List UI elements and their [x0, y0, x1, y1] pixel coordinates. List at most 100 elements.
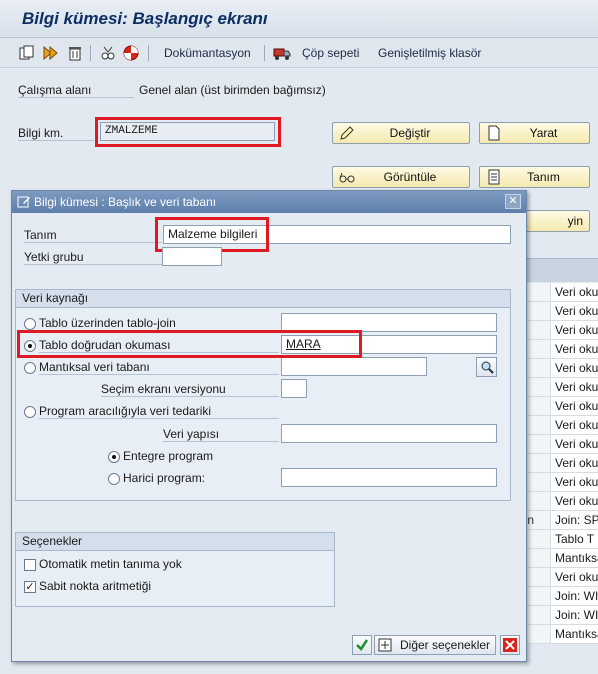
direct-table-input[interactable]: MARA: [281, 335, 497, 354]
checkbox-no-auto-text[interactable]: [24, 559, 36, 571]
definition-input[interactable]: Malzeme bilgileri: [163, 225, 511, 244]
table-cell-type: Veri oku: [555, 361, 598, 375]
table-cell-type: Veri oku: [555, 304, 598, 318]
application-toolbar: Dokümantasyon Çöp sepeti Genişletilmiş k…: [0, 38, 598, 68]
table-row[interactable]: siVeri oku: [516, 378, 598, 397]
table-row[interactable]: Veri oku: [516, 302, 598, 321]
cancel-button[interactable]: [500, 635, 520, 655]
table-row[interactable]: Veri oku: [516, 435, 598, 454]
table-row[interactable]: Veri oku: [516, 473, 598, 492]
table-row[interactable]: Veri oku: [516, 397, 598, 416]
toolbar-separator: [148, 45, 149, 61]
table-row[interactable]: siVeri oku: [516, 492, 598, 511]
table-row[interactable]: Mantıksa: [516, 625, 598, 644]
external-program-input[interactable]: [281, 468, 497, 487]
datasource-group: Veri kaynağı Tablo üzerinden tablo-join …: [15, 289, 511, 501]
selection-version-input[interactable]: [281, 379, 307, 398]
table-row[interactable]: siVeri oku: [516, 416, 598, 435]
definition-button-label: Tanım: [527, 170, 560, 184]
table-cell-type: Veri oku: [555, 285, 598, 299]
more-options-button[interactable]: Diğer seçenekler: [374, 635, 496, 655]
change-button-label: Değiştir: [389, 126, 431, 140]
table-cell-type: Veri oku: [555, 456, 598, 470]
table-row[interactable]: oinJoin: SP: [516, 511, 598, 530]
radio-integrated-program-label: Entegre program: [123, 449, 214, 463]
table-row[interactable]: siVeri oku: [516, 359, 598, 378]
table-cell-type: Veri oku: [555, 418, 598, 432]
data-structure-input[interactable]: [281, 424, 497, 443]
table-cell-type: Veri oku: [555, 342, 598, 356]
display-button[interactable]: Görüntüle: [332, 166, 470, 188]
workspace-value: Genel alan (üst birimden bağımsız): [139, 83, 326, 97]
datasource-group-title: Veri kaynağı: [16, 290, 510, 308]
infoset-input[interactable]: ZMALZEME: [100, 122, 275, 141]
table-row[interactable]: siVeri oku: [516, 454, 598, 473]
table-row[interactable]: Veri oku: [516, 321, 598, 340]
dialog-title: Bilgi kümesi : Başlık ve veri tabanı: [34, 195, 217, 209]
new-document-icon: [486, 125, 502, 141]
selection-version-label: Seçim ekranı versiyonu: [101, 382, 279, 397]
radio-logical-db-label: Mantıksal veri tabanı: [39, 360, 279, 375]
transport-icon[interactable]: [99, 44, 117, 62]
options-group-title: Seçenekler: [16, 533, 334, 551]
infoset-table: Veri okuVeri okuVeri okuVeri okusiVeri o…: [515, 283, 598, 644]
trash-button[interactable]: Çöp sepeti: [302, 46, 359, 60]
create-button-label: Yarat: [529, 126, 558, 140]
table-cell-type: Veri oku: [555, 380, 598, 394]
truck-icon: [273, 44, 291, 62]
check-icon[interactable]: [122, 44, 140, 62]
dialog-titlebar: Bilgi kümesi : Başlık ve veri tabanı ✕: [12, 191, 526, 213]
toolbar-separator: [90, 45, 91, 61]
radio-table-join-label: Tablo üzerinden tablo-join: [39, 316, 279, 331]
more-options-label: Diğer seçenekler: [400, 638, 491, 652]
extended-folder-button[interactable]: Genişletilmiş klasör: [378, 46, 481, 60]
radio-direct-read[interactable]: [24, 340, 36, 352]
table-row[interactable]: Veri oku: [516, 283, 598, 302]
radio-external-program-label: Harici program:: [123, 471, 206, 485]
table-cell-type: Veri oku: [555, 475, 598, 489]
cancel-icon: [503, 638, 517, 652]
table-cell-type: Mantıksa: [555, 627, 598, 641]
table-cell-type: Veri oku: [555, 570, 598, 584]
close-icon[interactable]: ✕: [505, 194, 521, 209]
radio-logical-db[interactable]: [24, 362, 36, 374]
document-icon: [486, 169, 502, 185]
radio-table-join[interactable]: [24, 318, 36, 330]
copy-icon[interactable]: [18, 44, 36, 62]
checkbox-fixed-point[interactable]: ✓: [24, 581, 36, 593]
logical-db-input[interactable]: [281, 357, 427, 376]
radio-external-program[interactable]: [108, 473, 120, 485]
definition-button[interactable]: Tanım: [479, 166, 590, 188]
change-button[interactable]: Değiştir: [332, 122, 470, 144]
execute-icon[interactable]: [42, 44, 60, 62]
confirm-button[interactable]: [352, 635, 372, 655]
radio-direct-read-label: Tablo doğrudan okuması: [39, 338, 279, 353]
create-button[interactable]: Yarat: [479, 122, 590, 144]
radio-program-label: Program aracılığıyla veri tedariki: [39, 404, 279, 419]
radio-program[interactable]: [24, 406, 36, 418]
table-row[interactable]: Mantıksa: [516, 549, 598, 568]
table-join-input[interactable]: [281, 313, 497, 332]
display-button-label: Görüntüle: [383, 170, 437, 184]
table-cell-type: Join: SP: [555, 513, 598, 527]
window-titlebar: Bilgi kümesi: Başlangıç ekranı: [0, 0, 598, 38]
table-row[interactable]: Join: WI: [516, 587, 598, 606]
pencil-icon: [339, 125, 355, 141]
options-group: Seçenekler Otomatik metin tanıma yok ✓ S…: [15, 532, 335, 607]
search-help-button[interactable]: [476, 357, 497, 377]
checkmark-icon: [356, 639, 369, 651]
edit-icon: [17, 195, 31, 212]
table-row[interactable]: Tablo T: [516, 530, 598, 549]
table-row[interactable]: Veri oku: [516, 340, 598, 359]
more-options-icon: [378, 638, 392, 652]
auth-group-label: Yetki grubu: [24, 250, 162, 265]
radio-integrated-program[interactable]: [108, 451, 120, 463]
documentation-button[interactable]: Dokümantasyon: [164, 46, 251, 60]
page-title: Bilgi kümesi: Başlangıç ekranı: [22, 9, 268, 28]
table-cell-type: Join: WI: [555, 608, 598, 622]
auth-group-input[interactable]: [162, 247, 222, 266]
table-row[interactable]: Veri oku: [516, 568, 598, 587]
delete-icon[interactable]: [66, 44, 84, 62]
table-row[interactable]: Join: WI: [516, 606, 598, 625]
glasses-icon: [339, 169, 355, 185]
